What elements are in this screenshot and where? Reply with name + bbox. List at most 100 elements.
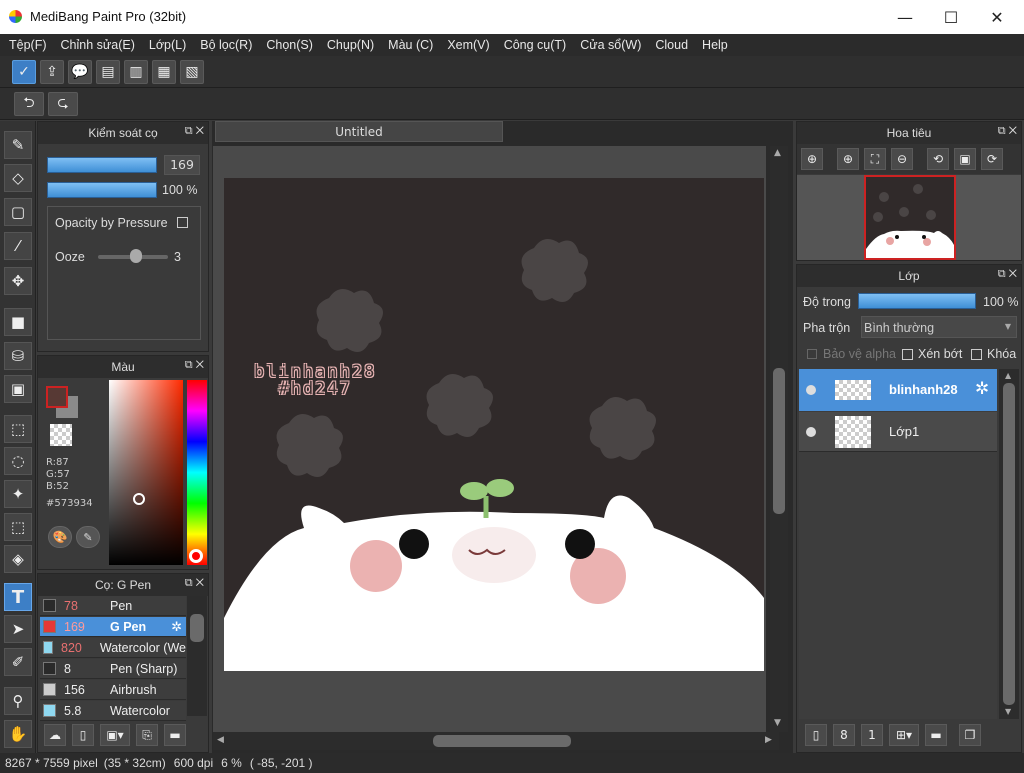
scroll-down-icon[interactable]: ▼ — [774, 718, 781, 728]
zoom-in-icon[interactable]: ⊕ — [837, 148, 859, 170]
lasso-tool-icon[interactable]: ◌ — [4, 447, 32, 475]
comment-icon[interactable]: ▤ — [96, 60, 120, 84]
menu-layer[interactable]: Lớp(L) — [142, 38, 193, 52]
page-icon[interactable]: ▥ — [124, 60, 148, 84]
panel-detach-close-icon[interactable]: ⧉ ✕ — [998, 268, 1017, 281]
eraser-tool-icon[interactable]: ◇ — [4, 164, 32, 192]
fill-rect-tool-icon[interactable]: ■ — [4, 308, 32, 336]
close-button[interactable]: ✕ — [974, 0, 1020, 34]
duplicate-layer-icon[interactable]: ❐ — [959, 724, 981, 746]
page-manager-icon[interactable]: ▧ — [180, 60, 204, 84]
gear-icon[interactable]: ✲ — [975, 379, 989, 399]
add-layer-dropdown-icon[interactable]: ⊞▾ — [889, 724, 919, 746]
hand-tool-icon[interactable]: ✋ — [4, 720, 32, 748]
panel-detach-close-icon[interactable]: ⧉ ✕ — [185, 125, 204, 138]
panel-detach-close-icon[interactable]: ⧉ ✕ — [998, 125, 1017, 138]
blend-mode-select[interactable]: Bình thường ▼ — [861, 316, 1017, 338]
gear-icon[interactable]: ✲ — [171, 619, 182, 635]
menu-select[interactable]: Chọn(S) — [259, 38, 320, 52]
menu-help[interactable]: Help — [695, 38, 735, 52]
brush-item-selected[interactable]: 169 G Pen ✲ — [40, 617, 186, 637]
new-1bit-layer-icon[interactable]: 1 — [861, 724, 883, 746]
scroll-right-icon[interactable]: ▶ — [765, 735, 772, 745]
menu-edit[interactable]: Chỉnh sửa(E) — [54, 38, 142, 52]
zoom-out-icon[interactable]: ⊖ — [891, 148, 913, 170]
add-brush-dropdown-icon[interactable]: ▣▾ — [100, 724, 130, 746]
lock-checkbox[interactable] — [971, 349, 982, 360]
magic-wand-tool-icon[interactable]: ✦ — [4, 480, 32, 508]
palette-edit-icon[interactable]: ✎ — [76, 526, 100, 548]
menu-file[interactable]: Tệp(F) — [2, 38, 54, 52]
scroll-thumb[interactable] — [433, 735, 571, 747]
folder-icon[interactable]: ▬ — [164, 724, 186, 746]
rotate-right-icon[interactable]: ⟳ — [981, 148, 1003, 170]
undo-icon[interactable]: ⮌ — [14, 92, 44, 116]
navigator-preview[interactable] — [864, 175, 956, 260]
panel-detach-close-icon[interactable]: ⧉ ✕ — [185, 359, 204, 372]
scroll-left-icon[interactable]: ◀ — [217, 735, 224, 745]
protect-alpha-checkbox[interactable] — [807, 349, 817, 359]
new-8bit-layer-icon[interactable]: 8 — [833, 724, 855, 746]
brush-list-scrollbar[interactable] — [187, 596, 207, 716]
bucket-tool-icon[interactable]: ⛁ — [4, 342, 32, 370]
gradient-tool-icon[interactable]: ▣ — [4, 375, 32, 403]
menu-snap[interactable]: Chụp(N) — [320, 38, 381, 52]
brush-item[interactable]: 78 Pen — [40, 596, 186, 616]
menu-window[interactable]: Cửa sổ(W) — [573, 38, 648, 52]
cloud-save-icon[interactable]: ✓ — [12, 60, 36, 84]
scroll-up-icon[interactable]: ▲ — [1005, 371, 1011, 380]
layer-opacity-slider[interactable] — [858, 293, 976, 309]
visibility-icon[interactable] — [806, 427, 816, 437]
zoom-icon[interactable]: ⊕ — [801, 148, 823, 170]
redo-icon[interactable]: ⮎ — [48, 92, 78, 116]
reset-view-icon[interactable]: ▣ — [954, 148, 976, 170]
hue-handle[interactable] — [189, 549, 203, 563]
select-pen-tool-icon[interactable]: ⬚ — [4, 513, 32, 541]
menu-color[interactable]: Màu (C) — [381, 38, 440, 52]
cloud-brush-icon[interactable]: ☁ — [44, 724, 66, 746]
saturation-value-picker[interactable] — [109, 380, 183, 565]
clipping-checkbox[interactable] — [902, 349, 913, 360]
select-eraser-tool-icon[interactable]: ◈ — [4, 545, 32, 573]
brush-size-slider[interactable] — [47, 157, 157, 173]
opacity-by-pressure-checkbox[interactable] — [177, 217, 188, 228]
menu-tools[interactable]: Công cụ(T) — [497, 38, 574, 52]
transparent-color-swatch[interactable] — [50, 424, 72, 446]
hue-slider[interactable] — [187, 380, 207, 565]
new-brush-icon[interactable]: ▯ — [72, 724, 94, 746]
text-tool-icon[interactable]: T — [4, 583, 32, 611]
rotate-left-icon[interactable]: ⟲ — [927, 148, 949, 170]
brush-item[interactable]: 820 Watercolor (We — [40, 638, 186, 658]
rectangle-tool-icon[interactable]: ▢ — [4, 198, 32, 226]
share-icon[interactable]: ⇪ — [40, 60, 64, 84]
menu-cloud[interactable]: Cloud — [648, 38, 695, 52]
document-tab[interactable]: Untitled — [215, 121, 503, 142]
drawing-canvas[interactable]: blinhanh28 #hd247 — [224, 178, 764, 671]
folder-icon[interactable]: ▬ — [925, 724, 947, 746]
page-list-icon[interactable]: ▦ — [152, 60, 176, 84]
palette-icon[interactable]: 🎨 — [48, 526, 72, 548]
layer-row[interactable]: Lớp1 — [799, 412, 997, 452]
brush-settings-icon[interactable]: ⎘ — [136, 724, 158, 746]
operation-tool-icon[interactable]: ➤ — [4, 615, 32, 643]
brush-opacity-slider[interactable] — [47, 182, 157, 198]
visibility-icon[interactable] — [806, 385, 816, 395]
layer-row-selected[interactable]: blinhanh28 ✲ — [799, 369, 997, 411]
maximize-button[interactable]: ☐ — [928, 0, 974, 34]
brush-size-value[interactable]: 169 — [164, 155, 200, 175]
scroll-thumb[interactable] — [773, 368, 785, 514]
eyedropper-tool-icon[interactable]: ⚲ — [4, 687, 32, 715]
brush-tool-icon[interactable]: ✎ — [4, 131, 32, 159]
canvas-horizontal-scrollbar[interactable]: ◀ ▶ — [213, 732, 779, 750]
move-tool-icon[interactable]: ✥ — [4, 267, 32, 295]
brush-item[interactable]: 156 Airbrush — [40, 680, 186, 700]
scroll-up-icon[interactable]: ▲ — [774, 148, 781, 158]
panel-detach-close-icon[interactable]: ⧉ ✕ — [185, 577, 204, 590]
layer-list-scrollbar[interactable]: ▲ ▼ — [999, 369, 1019, 719]
ooze-slider-handle[interactable] — [130, 249, 142, 263]
minimize-button[interactable]: — — [882, 0, 928, 34]
brush-item[interactable]: 8 Pen (Sharp) — [40, 659, 186, 679]
color-picker-handle[interactable] — [133, 493, 145, 505]
scroll-down-icon[interactable]: ▼ — [1005, 707, 1011, 716]
canvas-vertical-scrollbar[interactable]: ▲ ▼ — [770, 146, 788, 732]
